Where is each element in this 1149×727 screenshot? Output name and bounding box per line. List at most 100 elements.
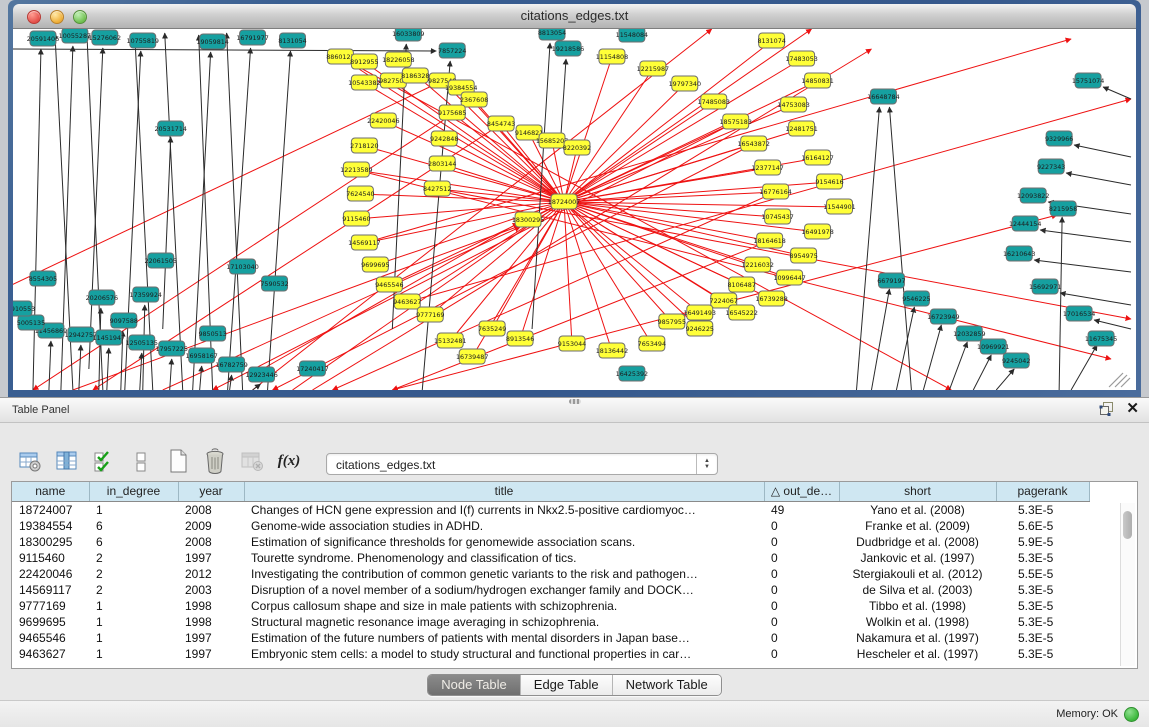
combobox-stepper-icon[interactable]: ▲▼ xyxy=(696,454,717,474)
column-header-1[interactable]: in_degree xyxy=(89,482,178,501)
graph-node-yellow[interactable]: 16543872 xyxy=(737,136,769,151)
new-table-icon[interactable] xyxy=(164,447,192,475)
graph-node-yellow[interactable]: 7635249 xyxy=(478,321,506,336)
graph-node-yellow[interactable]: 9699695 xyxy=(361,257,389,272)
graph-node-yellow[interactable]: 18724007 xyxy=(548,194,580,209)
graph-node-yellow[interactable]: 9246225 xyxy=(686,321,714,336)
graph-node-yellow[interactable]: 16739288 xyxy=(755,291,787,306)
float-panel-icon[interactable] xyxy=(1099,401,1114,416)
graph-node-yellow[interactable]: 7653494 xyxy=(638,336,666,351)
column-header-3[interactable]: title xyxy=(244,482,764,501)
graph-node-teal[interactable]: 9097588 xyxy=(110,313,138,328)
column-header-0[interactable]: name xyxy=(12,482,89,501)
graph-node-teal[interactable]: 16648784 xyxy=(867,89,899,104)
function-builder-icon[interactable]: f(x) xyxy=(275,447,303,475)
graph-node-yellow[interactable]: 18164618 xyxy=(753,233,785,248)
table-scrollbar[interactable] xyxy=(1120,503,1135,666)
column-header-4[interactable]: △ out_de… xyxy=(764,482,839,501)
column-header-5[interactable]: short xyxy=(839,482,996,501)
graph-node-yellow[interactable]: 11544901 xyxy=(823,199,855,214)
graph-node-teal[interactable]: 12505135 xyxy=(126,335,158,350)
graph-node-yellow[interactable]: 16164127 xyxy=(801,150,833,165)
graph-node-yellow[interactable]: 8131074 xyxy=(757,33,785,48)
graph-node-teal[interactable]: 16791977 xyxy=(236,30,268,45)
graph-node-teal[interactable]: 12093822 xyxy=(1017,188,1049,203)
window-resize-grip[interactable] xyxy=(1115,375,1127,387)
graph-node-teal[interactable]: 9227343 xyxy=(1037,159,1065,174)
graph-node-yellow[interactable]: 14569117 xyxy=(348,235,380,250)
graph-node-yellow[interactable]: 9463627 xyxy=(393,294,421,309)
graph-node-teal[interactable]: 17359924 xyxy=(130,287,162,302)
close-panel-icon[interactable]: ✕ xyxy=(1126,401,1139,416)
graph-node-teal[interactable]: 15751074 xyxy=(1072,73,1104,88)
graph-node-yellow[interactable]: 18575183 xyxy=(720,114,752,129)
table-row[interactable]: 1456911722003Disruption of a novel membe… xyxy=(12,582,1089,598)
tab-edge-table[interactable]: Edge Table xyxy=(521,675,613,695)
graph-node-teal[interactable]: 7590532 xyxy=(260,276,288,291)
graph-node-teal[interactable]: 16033809 xyxy=(392,29,424,41)
graph-node-yellow[interactable]: 2718120 xyxy=(350,138,378,153)
graph-node-yellow[interactable]: 18226058 xyxy=(382,52,414,67)
graph-node-teal[interactable]: 10755819 xyxy=(127,33,159,48)
graph-node-yellow[interactable]: 2367608 xyxy=(460,92,488,107)
select-all-icon[interactable] xyxy=(90,447,118,475)
graph-node-teal[interactable]: 11451947 xyxy=(93,330,125,345)
table-settings-icon[interactable] xyxy=(16,447,44,475)
graph-node-yellow[interactable]: 9154616 xyxy=(815,174,843,189)
graph-node-yellow[interactable]: 16739487 xyxy=(456,349,488,364)
graph-node-yellow[interactable]: 16491978 xyxy=(801,224,833,239)
graph-node-yellow[interactable]: 14850831 xyxy=(801,73,833,88)
graph-node-teal[interactable]: 16210643 xyxy=(1003,246,1035,261)
graph-node-yellow[interactable]: 9465546 xyxy=(375,277,403,292)
graph-node-yellow[interactable]: 12481751 xyxy=(785,121,817,136)
graph-node-yellow[interactable]: 9777169 xyxy=(416,307,444,322)
graph-node-yellow[interactable]: 19797340 xyxy=(669,76,701,91)
show-column-icon[interactable] xyxy=(53,447,81,475)
graph-node-teal[interactable]: 19218586 xyxy=(552,41,584,56)
table-row[interactable]: 1872400712008Changes of HCN gene express… xyxy=(12,501,1089,518)
graph-node-yellow[interactable]: 9115460 xyxy=(342,211,370,226)
graph-node-yellow[interactable]: 12377147 xyxy=(751,160,783,175)
graph-node-yellow[interactable]: 16491493 xyxy=(684,305,716,320)
graph-node-yellow[interactable]: 8186328 xyxy=(401,68,429,83)
graph-node-teal[interactable]: 16723949 xyxy=(927,309,959,324)
graph-node-yellow[interactable]: 8912955 xyxy=(350,54,378,69)
graph-node-yellow[interactable]: 9242848 xyxy=(430,131,458,146)
table-row[interactable]: 1938455462009Genome-wide association stu… xyxy=(12,518,1089,534)
tab-network-table[interactable]: Network Table xyxy=(613,675,721,695)
graph-node-teal[interactable]: 20531714 xyxy=(155,121,187,136)
graph-node-yellow[interactable]: 9153044 xyxy=(558,336,586,351)
window-resize-grip[interactable] xyxy=(1109,373,1123,387)
graph-node-yellow[interactable]: 2803144 xyxy=(428,156,456,171)
graph-node-yellow[interactable]: 15132481 xyxy=(434,333,466,348)
graph-node-teal[interactable]: 20206576 xyxy=(86,290,118,305)
graph-node-teal[interactable]: 15692971 xyxy=(1029,279,1061,294)
graph-node-yellow[interactable]: 16776164 xyxy=(759,184,791,199)
scrollbar-thumb[interactable] xyxy=(1123,511,1132,539)
graph-node-yellow[interactable]: 10996447 xyxy=(773,270,805,285)
graph-node-teal[interactable]: 8215958 xyxy=(1049,201,1077,216)
graph-node-teal[interactable]: 8813054 xyxy=(538,29,566,40)
graph-node-yellow[interactable]: 12213589 xyxy=(340,162,372,177)
graph-node-yellow[interactable]: 10543382 xyxy=(348,75,380,90)
graph-node-teal[interactable]: 10969921 xyxy=(977,339,1009,354)
graph-node-teal[interactable]: 8131054 xyxy=(278,33,306,48)
graph-node-yellow[interactable]: 17485083 xyxy=(698,94,730,109)
graph-node-teal[interactable]: 16425392 xyxy=(616,366,648,381)
tab-node-table[interactable]: Node Table xyxy=(428,675,521,695)
graph-node-yellow[interactable]: 8913546 xyxy=(506,331,534,346)
table-chooser-combobox[interactable]: citations_edges.txt ▲▼ xyxy=(326,453,718,475)
graph-node-teal[interactable]: 16958167 xyxy=(185,348,217,363)
graph-node-teal[interactable]: 9329966 xyxy=(1045,131,1073,146)
graph-node-teal[interactable]: 20591406 xyxy=(27,31,59,46)
network-view-canvas[interactable]: 1872400788601238912955182260589827508105… xyxy=(13,29,1136,390)
graph-node-teal[interactable]: 10055287 xyxy=(59,29,91,43)
graph-node-teal[interactable]: 12923446 xyxy=(245,367,277,382)
graph-node-yellow[interactable]: 8454743 xyxy=(487,116,515,131)
graph-node-teal[interactable]: 15276062 xyxy=(89,30,121,45)
graph-node-teal[interactable]: 19059814 xyxy=(196,34,228,49)
graph-node-teal[interactable]: 16782759 xyxy=(215,357,247,372)
graph-node-teal[interactable]: 17957225 xyxy=(156,341,188,356)
graph-node-teal[interactable]: 17240417 xyxy=(296,361,328,376)
graph-node-teal[interactable]: 22061505 xyxy=(145,253,177,268)
